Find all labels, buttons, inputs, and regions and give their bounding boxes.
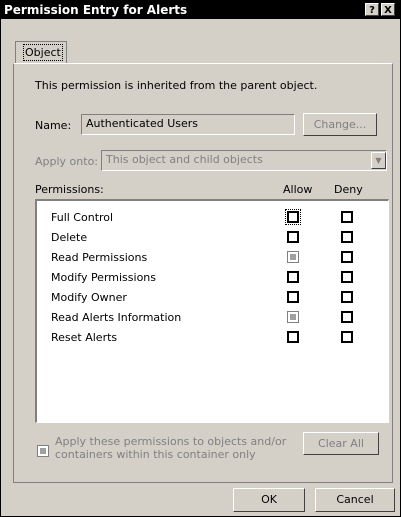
permission-row-modify-permissions: Modify Permissions (37, 267, 388, 287)
permission-name: Read Alerts Information (51, 311, 182, 324)
deny-checkbox[interactable] (341, 311, 353, 323)
permission-row-modify-owner: Modify Owner (37, 287, 388, 307)
permission-name: Reset Alerts (51, 331, 118, 344)
title-bar: Permission Entry for Alerts ? X (1, 1, 400, 19)
allow-checkbox[interactable] (287, 331, 299, 343)
deny-checkbox[interactable] (341, 291, 353, 303)
deny-checkbox[interactable] (341, 251, 353, 263)
permission-name: Delete (51, 231, 88, 244)
cancel-button[interactable]: Cancel (315, 488, 395, 512)
permission-row-full-control: Full Control (37, 207, 388, 227)
permission-name: Read Permissions (51, 251, 148, 264)
allow-checkbox[interactable] (287, 231, 299, 243)
clear-all-button[interactable]: Clear All (303, 432, 379, 455)
apply-onto-label: Apply onto: (35, 155, 99, 168)
apply-container-line2: containers within this container only (55, 448, 256, 461)
permission-name: Modify Owner (51, 291, 127, 304)
window-title: Permission Entry for Alerts (4, 3, 188, 17)
tab-object[interactable]: Object (15, 41, 67, 63)
apply-container-label: Apply these permissions to objects and/o… (55, 435, 286, 461)
deny-column-header: Deny (334, 183, 363, 196)
change-button[interactable]: Change... (303, 113, 377, 136)
permission-row-read-permissions: Read Permissions (37, 247, 388, 267)
deny-checkbox[interactable] (341, 231, 353, 243)
allow-checkbox[interactable] (285, 209, 301, 225)
apply-onto-select[interactable]: This object and child objects (101, 150, 387, 171)
permission-row-delete: Delete (37, 227, 388, 247)
permissions-label: Permissions: (35, 183, 104, 196)
help-button[interactable]: ? (365, 3, 379, 16)
deny-checkbox[interactable] (341, 271, 353, 283)
chevron-down-icon[interactable]: ▼ (371, 152, 386, 169)
inherited-note: This permission is inherited from the pa… (35, 79, 318, 92)
tab-object-label: Object (23, 44, 63, 61)
name-label: Name: (35, 119, 72, 132)
ok-button[interactable]: OK (233, 488, 305, 512)
allow-checkbox[interactable] (287, 291, 299, 303)
permission-entry-dialog: Permission Entry for Alerts ? X Object T… (0, 0, 401, 517)
permission-row-reset-alerts: Reset Alerts (37, 327, 388, 347)
deny-checkbox[interactable] (341, 211, 353, 223)
permissions-list: Full Control Delete Read Permissions Mod… (35, 199, 389, 423)
deny-checkbox[interactable] (341, 331, 353, 343)
allow-column-header: Allow (283, 183, 313, 196)
permission-name: Full Control (51, 211, 114, 224)
apply-container-checkbox[interactable] (37, 445, 49, 457)
allow-checkbox[interactable] (287, 271, 299, 283)
name-field: Authenticated Users (81, 114, 295, 135)
close-button[interactable]: X (381, 3, 395, 16)
apply-container-line1: Apply these permissions to objects and/o… (55, 435, 287, 448)
allow-checkbox[interactable] (287, 251, 299, 263)
allow-checkbox[interactable] (287, 311, 299, 323)
permission-name: Modify Permissions (51, 271, 157, 284)
permission-row-read-alerts-information: Read Alerts Information (37, 307, 388, 327)
